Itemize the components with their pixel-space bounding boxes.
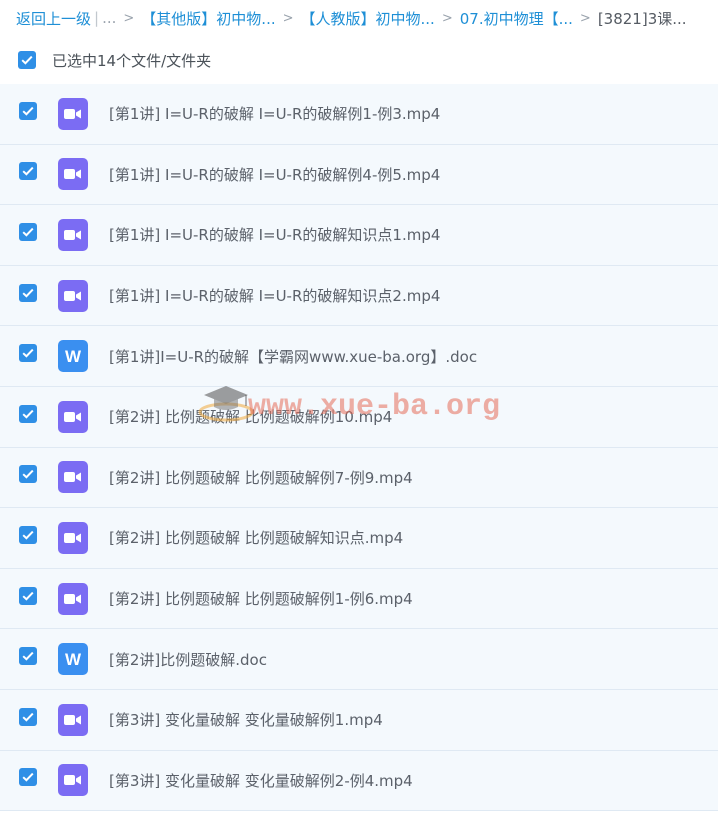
file-row[interactable]: [第2讲] 比例题破解 比例题破解知识点.mp4 [0, 508, 718, 569]
file-row[interactable]: [第1讲] I=U-R的破解 I=U-R的破解知识点2.mp4 [0, 265, 718, 327]
video-camera-icon [58, 521, 88, 554]
checkmark-icon [22, 227, 34, 237]
file-row[interactable]: W [第2讲]比例题破解.doc [0, 629, 718, 690]
video-camera-icon [58, 218, 88, 251]
video-camera-icon [58, 764, 88, 797]
file-checkbox[interactable] [19, 404, 37, 423]
video-camera-icon [58, 400, 88, 433]
checkmark-icon [22, 288, 34, 298]
file-name[interactable]: [第1讲] I=U-R的破解 I=U-R的破解知识点1.mp4 [109, 224, 440, 245]
file-checkbox[interactable] [19, 586, 37, 605]
file-checkbox[interactable] [19, 162, 37, 181]
word-doc-letter: W [64, 649, 82, 669]
video-camera-icon [58, 703, 88, 736]
checkmark-icon [22, 530, 34, 540]
chevron-right-icon: > [123, 10, 135, 26]
file-row[interactable]: [第3讲] 变化量破解 变化量破解例2-例4.mp4 [0, 750, 718, 812]
file-checkbox[interactable] [19, 647, 37, 666]
chevron-right-icon: > [579, 10, 591, 26]
checkmark-icon [22, 349, 34, 358]
file-checkbox[interactable] [19, 222, 37, 241]
file-row[interactable]: [第1讲] I=U-R的破解 I=U-R的破解例1-例3.mp4 [0, 84, 718, 145]
file-row[interactable]: [第1讲] I=U-R的破解 I=U-R的破解例4-例5.mp4 [0, 144, 718, 206]
file-checkbox[interactable] [19, 101, 37, 120]
checkmark-icon [22, 773, 34, 782]
file-checkbox[interactable] [19, 344, 37, 363]
video-camera-icon [58, 582, 88, 615]
checkmark-icon [22, 106, 34, 116]
file-name[interactable]: [第1讲]I=U-R的破解【学霸网www.xue-ba.org】.doc [109, 346, 477, 367]
checkmark-icon [22, 167, 34, 176]
file-name[interactable]: [第2讲] 比例题破解 比例题破解例1-例6.mp4 [109, 588, 413, 609]
breadcrumb: 返回上一级 | ... > 【其他版】初中物... > 【人教版】初中物... … [0, 0, 718, 36]
breadcrumb-item-3[interactable]: 07.初中物理【... [460, 8, 573, 29]
breadcrumb-current: [3821]3课... [597, 9, 687, 28]
checkmark-icon [22, 470, 34, 479]
file-name[interactable]: [第2讲] 比例题破解 比例题破解例10.mp4 [109, 406, 392, 427]
breadcrumb-divider: | [94, 9, 100, 27]
selection-count-label: 已选中14个文件/文件夹 [52, 51, 212, 70]
video-camera-icon [58, 97, 88, 130]
select-all-checkbox[interactable] [18, 51, 36, 69]
file-name[interactable]: [第1讲] I=U-R的破解 I=U-R的破解例1-例3.mp4 [109, 103, 440, 124]
back-link[interactable]: 返回上一级 [16, 8, 91, 29]
file-name[interactable]: [第3讲] 变化量破解 变化量破解例2-例4.mp4 [109, 770, 413, 791]
selection-bar: 已选中14个文件/文件夹 [0, 41, 718, 79]
file-row[interactable]: [第3讲] 变化量破解 变化量破解例1.mp4 [0, 689, 718, 751]
file-checkbox[interactable] [19, 707, 37, 726]
word-doc-icon: W [58, 340, 88, 373]
checkmark-icon [22, 409, 34, 419]
word-doc-icon: W [58, 643, 88, 676]
file-row[interactable]: [第2讲] 比例题破解 比例题破解例10.mp4 [0, 386, 718, 448]
file-name[interactable]: [第3讲] 变化量破解 变化量破解例1.mp4 [109, 709, 383, 730]
checkmark-icon [22, 712, 34, 722]
video-camera-icon [58, 279, 88, 312]
file-checkbox[interactable] [19, 465, 37, 484]
breadcrumb-item-2[interactable]: 【人教版】初中物... [301, 8, 435, 29]
checkmark-icon [21, 55, 33, 65]
chevron-right-icon: > [441, 10, 453, 26]
file-row[interactable]: [第1讲] I=U-R的破解 I=U-R的破解知识点1.mp4 [0, 205, 718, 266]
file-name[interactable]: [第1讲] I=U-R的破解 I=U-R的破解知识点2.mp4 [109, 285, 440, 306]
file-checkbox[interactable] [19, 768, 37, 787]
file-row[interactable]: [第2讲] 比例题破解 比例题破解例1-例6.mp4 [0, 568, 718, 630]
file-name[interactable]: [第2讲] 比例题破解 比例题破解知识点.mp4 [109, 527, 403, 548]
file-list: [第1讲] I=U-R的破解 I=U-R的破解例1-例3.mp4 [第1讲] I=… [0, 84, 718, 812]
checkmark-icon [22, 591, 34, 601]
checkmark-icon [22, 652, 34, 661]
file-name[interactable]: [第1讲] I=U-R的破解 I=U-R的破解例4-例5.mp4 [109, 164, 440, 185]
file-row[interactable]: [第2讲] 比例题破解 比例题破解例7-例9.mp4 [0, 447, 718, 509]
file-name[interactable]: [第2讲] 比例题破解 比例题破解例7-例9.mp4 [109, 467, 413, 488]
file-row[interactable]: W [第1讲]I=U-R的破解【学霸网www.xue-ba.org】.doc [0, 326, 718, 387]
file-name[interactable]: [第2讲]比例题破解.doc [109, 649, 267, 670]
word-doc-letter: W [64, 346, 82, 366]
file-browser-page: 返回上一级 | ... > 【其他版】初中物... > 【人教版】初中物... … [0, 0, 718, 827]
file-checkbox[interactable] [19, 525, 37, 544]
video-camera-icon [58, 158, 88, 191]
breadcrumb-item-1[interactable]: 【其他版】初中物... [141, 8, 275, 29]
video-camera-icon [58, 461, 88, 494]
file-checkbox[interactable] [19, 283, 37, 302]
breadcrumb-ellipsis[interactable]: ... [102, 9, 116, 27]
chevron-right-icon: > [282, 10, 294, 26]
